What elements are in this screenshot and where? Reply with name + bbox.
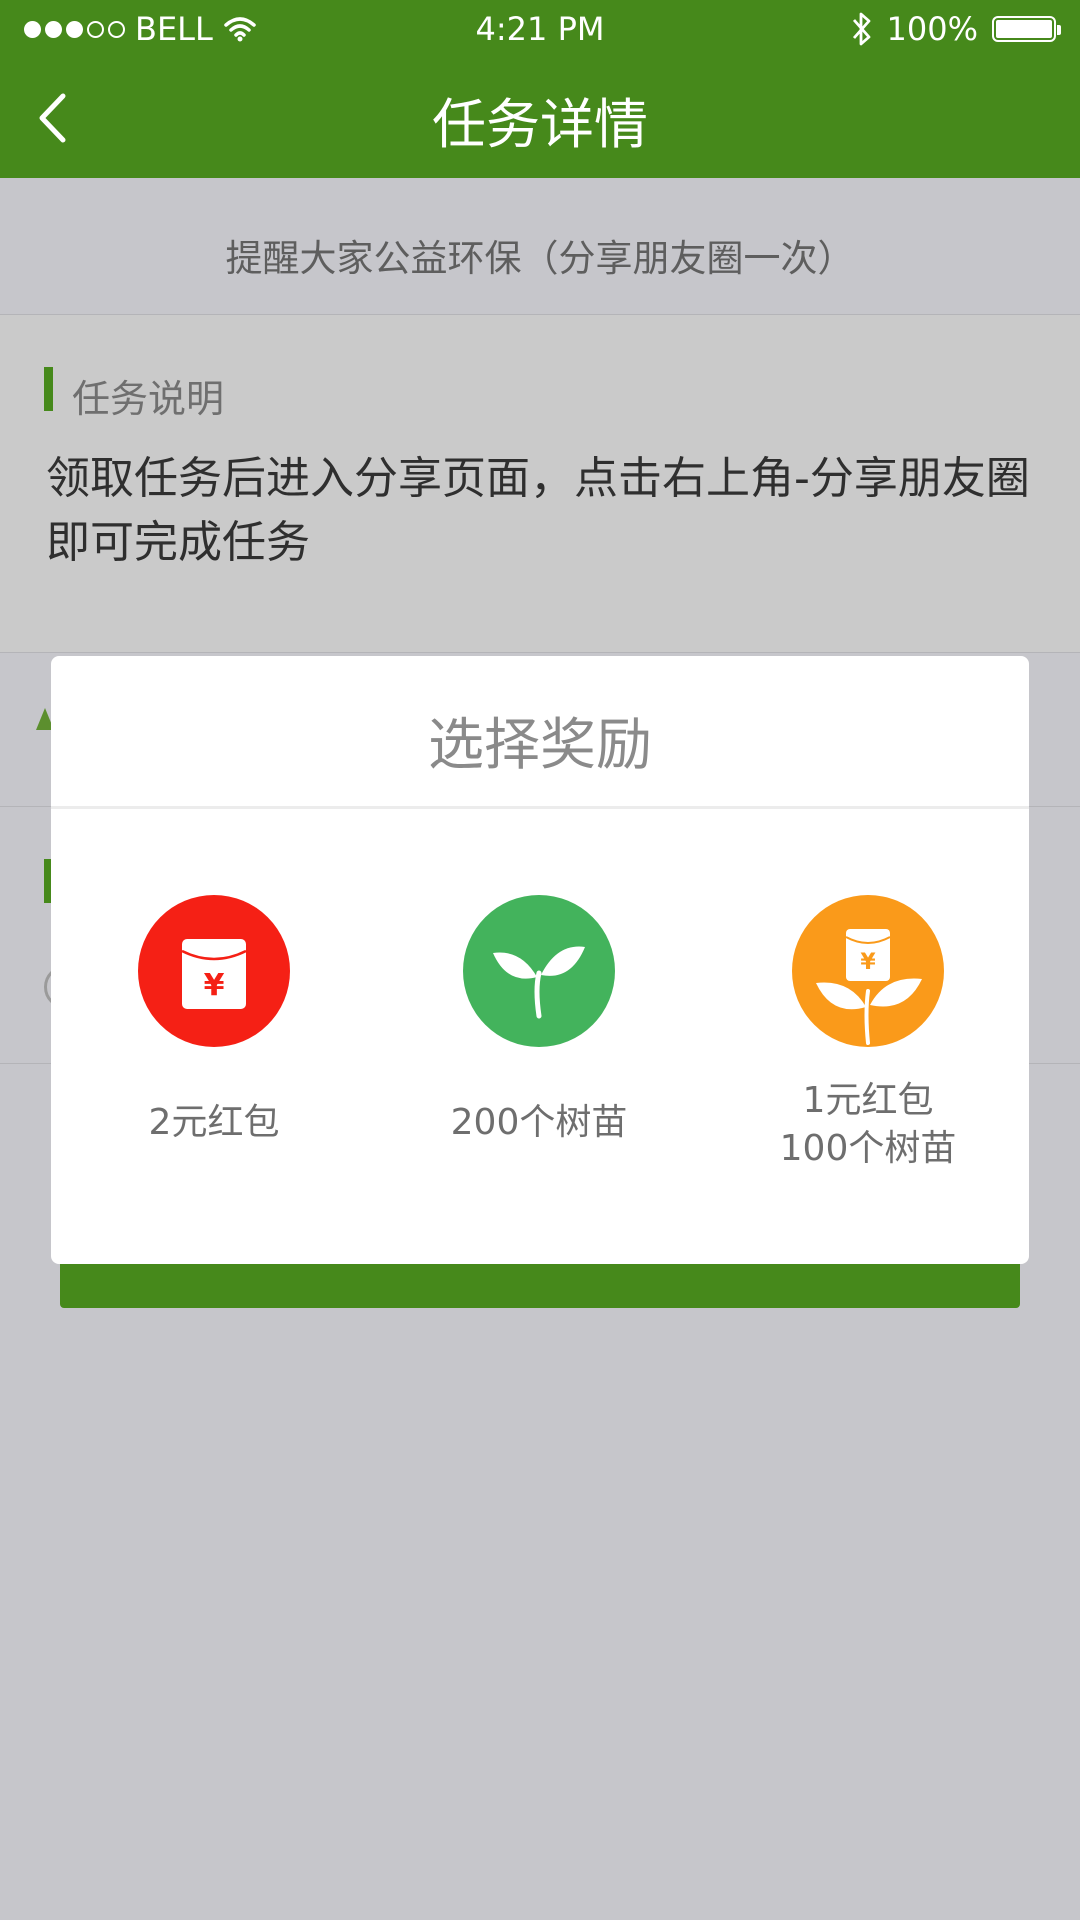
reward-label: 200个树苗 [450,1102,628,1143]
reward-label: 1元红包 100个树苗 [738,1077,998,1173]
bluetooth-icon [852,12,870,46]
battery-percent: 100% [886,10,978,48]
sprout-icon[interactable] [463,895,615,1047]
reward-label: 2元红包 [148,1102,280,1143]
svg-text:¥: ¥ [204,968,225,1003]
page-title: 任务详情 [432,93,648,156]
status-bar: BELL 4:21 PM 100% [0,0,1080,60]
task-title: 提醒大家公益环保（分享朋友圈一次） [225,237,855,280]
reward-option-red-envelope[interactable]: ¥ 2元红包 [84,895,344,1147]
reward-option-sprouts[interactable]: 200个树苗 [409,895,669,1147]
task-description: 领取任务后进入分享页面，点击右上角-分享朋友圈即可完成任务 [46,453,1030,568]
section-accent-bar [44,367,53,411]
battery-icon [992,16,1061,42]
reward-label-line2: 100个树苗 [779,1128,957,1169]
modal-title: 选择奖励 [428,713,652,778]
reward-option-combo[interactable]: ¥ 1元红包 100个树苗 [738,895,998,1173]
svg-text:¥: ¥ [860,950,876,975]
reward-label-line1: 1元红包 [802,1080,934,1121]
top-bar: BELL 4:21 PM 100% 任务详情 [0,0,1080,178]
reward-modal: 选择奖励 ¥ 2元红包 200个树苗 ¥ 1元红包 100个树苗 [51,656,1029,1264]
task-description-section: 任务说明 领取任务后进入分享页面，点击右上角-分享朋友圈即可完成任务 [0,315,1080,653]
submit-button[interactable] [60,1262,1020,1308]
task-title-row: 提醒大家公益环保（分享朋友圈一次） [0,178,1080,315]
red-envelope-icon[interactable]: ¥ [138,895,290,1047]
modal-divider [51,806,1029,809]
envelope-sprout-icon[interactable]: ¥ [792,895,944,1047]
section-heading: 任务说明 [72,377,225,421]
